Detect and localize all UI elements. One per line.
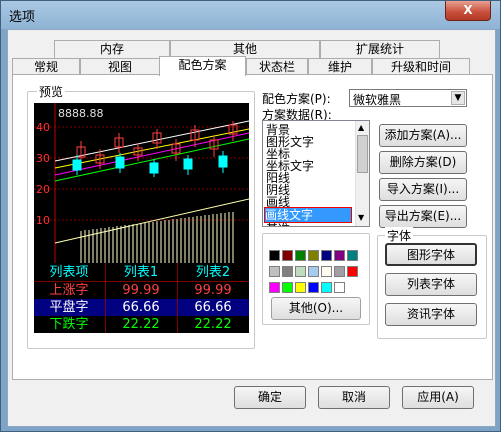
color-swatch[interactable] xyxy=(334,250,345,261)
table-row-down-v1: 22.22 xyxy=(122,317,160,332)
preview-chart: 40 30 20 10 8888.88 xyxy=(34,103,249,263)
table-header-list2: 列表2 xyxy=(195,265,231,280)
table-row-flat-v1: 66.66 xyxy=(122,300,160,315)
preview-chart-svg: 40 30 20 10 8888.88 xyxy=(34,103,249,263)
color-swatch[interactable] xyxy=(334,266,345,277)
color-palette[interactable] xyxy=(268,249,364,295)
list-item[interactable]: 画线 xyxy=(266,195,352,209)
list-font-button[interactable]: 列表字体 xyxy=(385,273,477,296)
import-scheme-button[interactable]: 导入方案(I)... xyxy=(379,178,467,201)
font-group-label: 字体 xyxy=(385,227,414,244)
other-color-button[interactable]: 其他(O)... xyxy=(271,297,361,320)
table-row-up-v1: 99.99 xyxy=(122,283,160,298)
list-item-selected[interactable]: 画线文字 xyxy=(264,207,352,223)
table-row-down-v2: 22.22 xyxy=(194,317,232,332)
ok-button[interactable]: 确定 xyxy=(234,386,306,409)
scroll-down-icon[interactable]: ▼ xyxy=(358,213,364,222)
table-header-item: 列表项 xyxy=(49,265,89,280)
add-scheme-button[interactable]: 添加方案(A)... xyxy=(379,124,467,147)
table-row-up-v2: 99.99 xyxy=(194,283,232,298)
color-swatch[interactable] xyxy=(347,266,358,277)
color-scheme-panel: 预览 40 30 20 10 8888.88 列表项 列表1 列表2 上涨字 9… xyxy=(12,74,493,380)
color-swatch[interactable] xyxy=(282,282,293,293)
color-swatch[interactable] xyxy=(282,266,293,277)
color-swatch[interactable] xyxy=(269,282,280,293)
scheme-label: 配色方案(P): xyxy=(262,92,331,106)
scheme-select[interactable]: 微软雅黑 ▼ xyxy=(349,89,467,107)
color-swatch[interactable] xyxy=(334,282,345,293)
scroll-thumb[interactable] xyxy=(357,135,368,173)
list-scrollbar[interactable]: ▲ ▼ xyxy=(355,121,369,226)
axis-label-10: 10 xyxy=(36,214,50,227)
color-swatch[interactable] xyxy=(282,250,293,261)
list-item[interactable]: 基准 xyxy=(266,222,352,226)
info-font-button[interactable]: 资讯字体 xyxy=(385,303,477,326)
preview-table: 列表项 列表1 列表2 上涨字 99.99 99.99 平盘字 66.66 66… xyxy=(34,263,249,333)
tab-color-scheme[interactable]: 配色方案 xyxy=(159,56,246,76)
color-swatch[interactable] xyxy=(269,250,280,261)
color-swatch[interactable] xyxy=(321,282,332,293)
tab-memory[interactable]: 内存 xyxy=(54,40,170,58)
dialog-client: 内存 其他 扩展统计 常规 视图 配色方案 状态栏 维护 升级和时间 预览 40… xyxy=(7,29,496,427)
color-swatch[interactable] xyxy=(295,266,306,277)
color-swatch[interactable] xyxy=(308,250,319,261)
table-header-list1: 列表1 xyxy=(123,265,159,280)
scheme-select-value: 微软雅黑 xyxy=(353,93,402,107)
color-swatch[interactable] xyxy=(308,266,319,277)
axis-label-20: 20 xyxy=(36,183,50,196)
table-row-flat-label: 平盘字 xyxy=(49,300,89,315)
scheme-data-list[interactable]: 背景 图形文字 坐标 坐标文字 阳线 阴线 画线 画线文字 基准 ▲ ▼ xyxy=(262,120,370,227)
window-title: 选项 xyxy=(9,10,36,25)
axis-label-30: 30 xyxy=(36,152,50,165)
color-swatch[interactable] xyxy=(308,282,319,293)
color-swatch[interactable] xyxy=(347,250,358,261)
color-swatch[interactable] xyxy=(295,282,306,293)
axis-label-40: 40 xyxy=(36,121,50,134)
cancel-button[interactable]: 取消 xyxy=(318,386,390,409)
apply-button[interactable]: 应用(A) xyxy=(402,386,474,409)
delete-scheme-button[interactable]: 删除方案(D) xyxy=(379,151,467,174)
table-row-up-label: 上涨字 xyxy=(49,283,89,298)
table-row-flat-v2: 66.66 xyxy=(194,300,232,315)
price-label: 8888.88 xyxy=(58,107,104,120)
close-button[interactable]: X xyxy=(445,1,491,21)
tab-extended-stats[interactable]: 扩展统计 xyxy=(320,40,440,58)
chevron-down-icon[interactable]: ▼ xyxy=(451,91,465,105)
export-scheme-button[interactable]: 导出方案(E)... xyxy=(379,205,467,228)
color-swatch[interactable] xyxy=(295,250,306,261)
preview-group-label: 预览 xyxy=(37,83,66,100)
table-row-down-label: 下跌字 xyxy=(49,317,89,332)
color-swatch[interactable] xyxy=(321,250,332,261)
scroll-up-icon[interactable]: ▲ xyxy=(358,123,364,132)
color-swatch[interactable] xyxy=(269,266,280,277)
graphic-font-button[interactable]: 图形字体 xyxy=(385,243,477,266)
options-dialog: 选项 X 内存 其他 扩展统计 常规 视图 配色方案 状态栏 维护 升级和时间 … xyxy=(0,0,501,432)
color-swatch[interactable] xyxy=(321,266,332,277)
title-bar: 选项 X xyxy=(1,1,500,29)
